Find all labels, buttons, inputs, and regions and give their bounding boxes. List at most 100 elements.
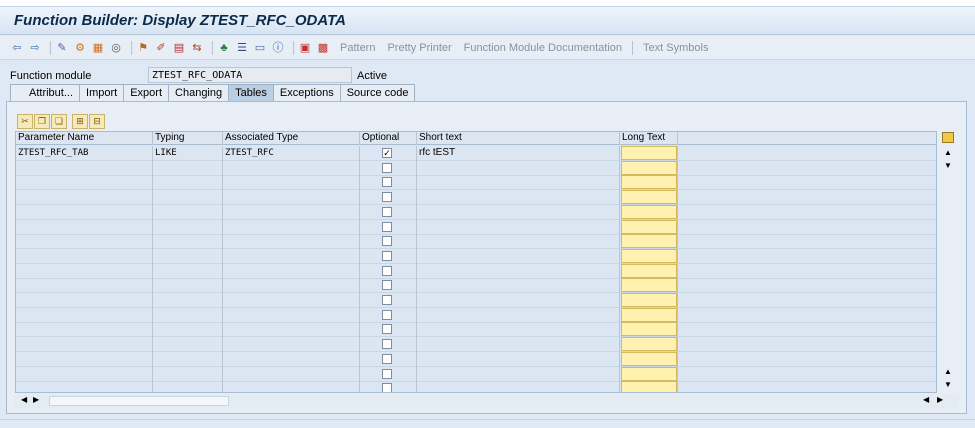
- cell-short-text[interactable]: [417, 263, 620, 279]
- cell-typing[interactable]: [153, 337, 223, 353]
- long-text-button[interactable]: [621, 381, 677, 392]
- table-row[interactable]: [16, 263, 936, 279]
- column-header-long-text[interactable]: Long Text: [620, 132, 678, 145]
- long-text-button[interactable]: [621, 219, 677, 234]
- cell-typing[interactable]: [153, 263, 223, 279]
- cell-typing[interactable]: [153, 175, 223, 191]
- cell-short-text[interactable]: [417, 234, 620, 250]
- cell-associated-type[interactable]: [223, 381, 360, 392]
- cell-associated-type[interactable]: [223, 337, 360, 353]
- table-row[interactable]: [16, 322, 936, 338]
- table-row[interactable]: [16, 160, 936, 176]
- long-text-button[interactable]: [621, 190, 677, 205]
- table-row[interactable]: [16, 248, 936, 264]
- optional-checkbox[interactable]: [382, 383, 392, 392]
- cell-long-text[interactable]: [620, 248, 678, 264]
- optional-checkbox[interactable]: [382, 206, 392, 217]
- cell-long-text[interactable]: [620, 366, 678, 382]
- cell-typing[interactable]: [153, 322, 223, 338]
- optional-checkbox[interactable]: [382, 339, 392, 350]
- enhance-icon[interactable]: ☰: [235, 41, 249, 55]
- optional-checkbox[interactable]: [382, 236, 392, 247]
- cell-long-text[interactable]: [620, 381, 678, 392]
- cell-typing[interactable]: [153, 190, 223, 206]
- cell-optional[interactable]: [360, 160, 417, 176]
- cell-associated-type[interactable]: ZTEST_RFC: [223, 146, 360, 161]
- cell-long-text[interactable]: [620, 322, 678, 338]
- optional-checkbox[interactable]: [382, 309, 392, 320]
- tab-exceptions[interactable]: Exceptions: [272, 84, 341, 101]
- tab-tables[interactable]: Tables: [228, 84, 274, 101]
- cell-short-text[interactable]: rfc tEST: [417, 146, 620, 161]
- tab-export[interactable]: Export: [123, 84, 170, 101]
- table-row[interactable]: [16, 381, 936, 392]
- cell-associated-type[interactable]: [223, 219, 360, 235]
- cell-typing[interactable]: [153, 234, 223, 250]
- cell-optional[interactable]: [360, 234, 417, 250]
- cell-short-text[interactable]: [417, 366, 620, 382]
- cell-short-text[interactable]: [417, 293, 620, 308]
- long-text-button[interactable]: [621, 293, 677, 307]
- optional-checkbox[interactable]: [382, 192, 392, 203]
- optional-checkbox[interactable]: [382, 162, 392, 173]
- cell-typing[interactable]: [153, 278, 223, 294]
- cell-short-text[interactable]: [417, 351, 620, 367]
- table-row[interactable]: [16, 337, 936, 353]
- table-row[interactable]: [16, 234, 936, 250]
- cell-typing[interactable]: [153, 381, 223, 392]
- long-text-button[interactable]: [621, 160, 677, 175]
- cell-optional[interactable]: [360, 366, 417, 382]
- long-text-button[interactable]: [621, 366, 677, 381]
- cell-parameter-name[interactable]: [16, 307, 153, 323]
- long-text-button[interactable]: [621, 351, 677, 366]
- cell-associated-type[interactable]: [223, 366, 360, 382]
- cell-long-text[interactable]: [620, 204, 678, 220]
- optional-checkbox[interactable]: [382, 324, 392, 335]
- tab-import[interactable]: Import: [79, 84, 125, 101]
- table-row[interactable]: [16, 219, 936, 235]
- cell-typing[interactable]: [153, 293, 223, 308]
- cell-parameter-name[interactable]: [16, 175, 153, 191]
- insert-row-icon[interactable]: ⊞: [72, 114, 88, 129]
- tab-changing[interactable]: Changing: [168, 84, 230, 101]
- navigation-icon[interactable]: ⇆: [190, 41, 204, 55]
- cell-parameter-name[interactable]: [16, 204, 153, 220]
- cell-associated-type[interactable]: [223, 160, 360, 176]
- cell-typing[interactable]: [153, 160, 223, 176]
- long-text-button[interactable]: [621, 322, 677, 337]
- cell-long-text[interactable]: [620, 337, 678, 353]
- paste-icon[interactable]: ❏: [51, 114, 67, 129]
- optional-checkbox[interactable]: ✓: [382, 148, 392, 158]
- table-row[interactable]: [16, 293, 936, 308]
- horizontal-scroll-thumb[interactable]: [49, 396, 229, 406]
- cell-short-text[interactable]: [417, 322, 620, 338]
- cell-long-text[interactable]: [620, 263, 678, 279]
- cell-long-text[interactable]: [620, 160, 678, 176]
- optional-checkbox[interactable]: [382, 280, 392, 291]
- copy-icon[interactable]: ❐: [34, 114, 50, 129]
- long-text-button[interactable]: [621, 278, 677, 293]
- cell-long-text[interactable]: [620, 278, 678, 294]
- pretty-printer-button[interactable]: Pretty Printer: [387, 42, 451, 54]
- cell-long-text[interactable]: [620, 146, 678, 161]
- scroll-up-icon[interactable]: ▲: [944, 148, 952, 157]
- cell-short-text[interactable]: [417, 381, 620, 392]
- text-symbols-button[interactable]: Text Symbols: [643, 42, 708, 54]
- cell-parameter-name[interactable]: ZTEST_RFC_TAB: [16, 146, 153, 161]
- cell-typing[interactable]: [153, 366, 223, 382]
- cell-parameter-name[interactable]: [16, 322, 153, 338]
- cell-optional[interactable]: [360, 381, 417, 392]
- cell-associated-type[interactable]: [223, 293, 360, 308]
- cell-parameter-name[interactable]: [16, 234, 153, 250]
- cell-associated-type[interactable]: [223, 307, 360, 323]
- cell-optional[interactable]: [360, 278, 417, 294]
- cell-long-text[interactable]: [620, 293, 678, 308]
- cell-associated-type[interactable]: [223, 234, 360, 250]
- optional-checkbox[interactable]: [382, 353, 392, 364]
- scroll-right-end-icon[interactable]: ▶: [937, 395, 943, 404]
- cell-optional[interactable]: [360, 190, 417, 206]
- object-list-icon[interactable]: ▤: [172, 41, 186, 55]
- cell-short-text[interactable]: [417, 307, 620, 323]
- tab-attributes[interactable]: Attribut...: [10, 84, 81, 101]
- cell-typing[interactable]: LIKE: [153, 146, 223, 161]
